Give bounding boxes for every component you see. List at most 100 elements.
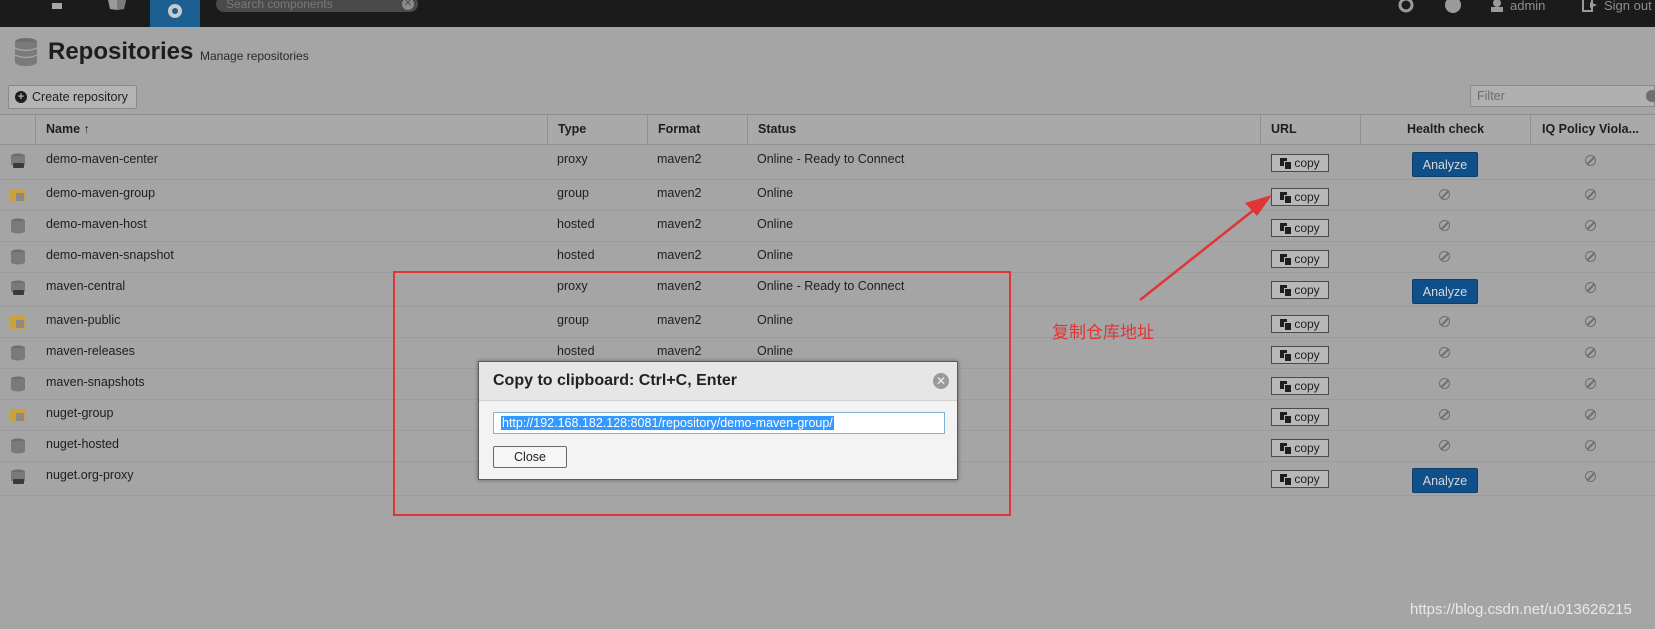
- column-header-name[interactable]: Name ↑: [35, 115, 547, 144]
- iq-disabled-icon: [1585, 316, 1596, 327]
- create-repository-label: Create repository: [32, 90, 128, 104]
- iq-disabled-icon: [1585, 409, 1596, 420]
- close-button[interactable]: Close: [493, 446, 567, 468]
- top-bar: ✕ admin Sign out: [0, 0, 1655, 27]
- repo-type: hosted: [557, 217, 595, 231]
- page-subtitle: Manage repositories: [200, 49, 309, 63]
- column-header-iq-policy[interactable]: IQ Policy Viola...: [1530, 115, 1650, 144]
- user-icon: [1491, 0, 1503, 12]
- copy-icon: [1280, 411, 1293, 424]
- column-header-format[interactable]: Format: [647, 115, 747, 144]
- copy-url-button[interactable]: copy: [1271, 346, 1329, 364]
- repo-name: demo-maven-group: [46, 186, 156, 200]
- copy-label: copy: [1294, 221, 1320, 235]
- refresh-button[interactable]: [1398, 0, 1414, 15]
- copy-label: copy: [1294, 472, 1320, 486]
- copy-url-button[interactable]: copy: [1271, 281, 1329, 299]
- column-header-type[interactable]: Type: [547, 115, 647, 144]
- iq-disabled-icon: [1585, 220, 1596, 231]
- repo-status: Online - Ready to Connect: [757, 152, 905, 166]
- analyze-button[interactable]: Analyze: [1412, 468, 1478, 493]
- health-disabled-icon: [1439, 251, 1450, 262]
- iq-disabled-icon: [1585, 155, 1596, 166]
- copy-url-button[interactable]: copy: [1271, 219, 1329, 237]
- copy-label: copy: [1294, 317, 1320, 331]
- url-selected-text[interactable]: http://192.168.182.128:8081/repository/d…: [501, 416, 834, 430]
- hosted-repo-icon: [11, 345, 25, 361]
- hosted-repo-icon: [11, 218, 25, 234]
- user-menu[interactable]: admin: [1490, 0, 1545, 15]
- grid-header: Name ↑ Type Format Status URL Health che…: [0, 114, 1655, 145]
- copy-url-button[interactable]: copy: [1271, 470, 1329, 488]
- clear-icon[interactable]: ✕: [402, 0, 414, 10]
- copy-icon: [1280, 473, 1293, 486]
- repo-format: maven2: [657, 217, 702, 231]
- close-icon[interactable]: ✕: [933, 373, 949, 389]
- table-row[interactable]: demo-maven-center proxy maven2 Online - Rea…: [0, 146, 1655, 180]
- create-repository-button[interactable]: + Create repository: [8, 85, 137, 109]
- copy-url-button[interactable]: copy: [1271, 250, 1329, 268]
- iq-disabled-icon: [1585, 282, 1596, 293]
- table-row[interactable]: demo-maven-snapshot hosted maven2 Online cop…: [0, 242, 1655, 273]
- copy-icon: [1280, 222, 1293, 235]
- repo-name: demo-maven-host: [46, 217, 147, 231]
- health-disabled-icon: [1439, 316, 1450, 327]
- copy-label: copy: [1294, 156, 1320, 170]
- url-field[interactable]: http://192.168.182.128:8081/repository/d…: [493, 412, 945, 434]
- help-button[interactable]: [1445, 0, 1461, 15]
- plus-icon: +: [15, 91, 27, 103]
- copy-url-button[interactable]: copy: [1271, 154, 1329, 172]
- repo-status: Online: [757, 186, 794, 200]
- dialog-header: Copy to clipboard: Ctrl+C, Enter ✕: [479, 362, 957, 401]
- proxy-repo-icon: [11, 280, 25, 295]
- copy-label: copy: [1294, 252, 1320, 266]
- copy-icon: [1280, 380, 1293, 393]
- logo-icon[interactable]: [52, 3, 62, 9]
- column-header-health-check[interactable]: Health check: [1360, 115, 1530, 144]
- iq-disabled-icon: [1585, 471, 1596, 482]
- search-input[interactable]: [226, 0, 386, 11]
- copy-url-button[interactable]: copy: [1271, 188, 1329, 206]
- health-disabled-icon: [1439, 378, 1450, 389]
- proxy-repo-icon: [11, 153, 25, 168]
- signout-label: Sign out: [1604, 0, 1652, 13]
- iq-disabled-icon: [1585, 251, 1596, 262]
- repo-name: nuget-group: [46, 406, 114, 420]
- admin-gear-button[interactable]: [150, 0, 200, 27]
- copy-label: copy: [1294, 441, 1320, 455]
- user-name: admin: [1510, 0, 1546, 13]
- table-row[interactable]: demo-maven-group group maven2 Online copy: [0, 180, 1655, 211]
- refresh-icon: [1398, 0, 1414, 13]
- copy-label: copy: [1294, 410, 1320, 424]
- repo-name: nuget-hosted: [46, 437, 119, 451]
- hosted-repo-icon: [11, 376, 25, 392]
- repo-status: Online: [757, 248, 794, 262]
- copy-url-button[interactable]: copy: [1271, 315, 1329, 333]
- filter-input[interactable]: [1471, 86, 1643, 106]
- filter-box[interactable]: [1470, 85, 1655, 107]
- iq-disabled-icon: [1585, 440, 1596, 451]
- analyze-button[interactable]: Analyze: [1412, 279, 1478, 304]
- copy-to-clipboard-dialog: Copy to clipboard: Ctrl+C, Enter ✕ http:…: [478, 361, 958, 480]
- copy-url-button[interactable]: copy: [1271, 408, 1329, 426]
- repo-name: demo-maven-snapshot: [46, 248, 174, 262]
- column-header-url[interactable]: URL: [1260, 115, 1360, 144]
- copy-icon: [1280, 191, 1293, 204]
- signout-button[interactable]: Sign out: [1582, 0, 1652, 15]
- search-box[interactable]: ✕: [216, 0, 418, 12]
- column-header-status[interactable]: Status: [747, 115, 1260, 144]
- dialog-title: Copy to clipboard: Ctrl+C, Enter: [493, 372, 738, 389]
- copy-url-button[interactable]: copy: [1271, 377, 1329, 395]
- copy-url-button[interactable]: copy: [1271, 439, 1329, 457]
- repo-name: demo-maven-center: [46, 152, 158, 166]
- gear-icon: [168, 3, 182, 18]
- repo-name: nuget.org-proxy: [46, 468, 134, 482]
- repo-format: maven2: [657, 152, 702, 166]
- copy-icon: [1280, 284, 1293, 297]
- filter-clear-icon[interactable]: [1646, 90, 1655, 102]
- table-row[interactable]: demo-maven-host hosted maven2 Online copy: [0, 211, 1655, 242]
- copy-icon: [1280, 157, 1293, 170]
- browse-icon[interactable]: [106, 0, 128, 10]
- analyze-button[interactable]: Analyze: [1412, 152, 1478, 177]
- repo-name: maven-public: [46, 313, 121, 327]
